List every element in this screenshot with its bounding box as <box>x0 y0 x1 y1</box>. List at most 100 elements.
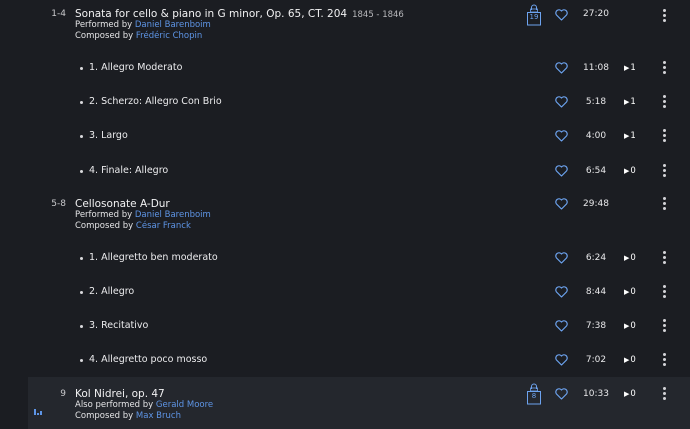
more-options-icon[interactable] <box>662 197 666 211</box>
lock-count: 8 <box>531 392 537 400</box>
heart-icon[interactable] <box>555 96 568 108</box>
track-list: 1-4 Sonata for cello & piano in G minor,… <box>0 0 690 429</box>
performer-line: Performed by Daniel Barenboim <box>75 210 211 220</box>
bullet <box>80 291 83 294</box>
movement-row[interactable]: 2. Scherzo: Allegro Con Brio 5:18 ▶1 <box>0 92 690 112</box>
heart-icon[interactable] <box>555 286 568 298</box>
equalizer-icon <box>34 400 42 415</box>
movement-title: 1. Allegro Moderato <box>89 62 183 73</box>
play-count: ▶0 <box>624 321 636 331</box>
movement-title: 4. Allegretto poco mosso <box>89 354 208 365</box>
heart-icon[interactable] <box>555 320 568 332</box>
play-count: ▶1 <box>624 97 636 107</box>
performer-link[interactable]: Daniel Barenboim <box>135 210 211 220</box>
movement-title: 3. Recitativo <box>89 320 149 331</box>
more-options-icon[interactable] <box>662 9 666 23</box>
movement-row[interactable]: 3. Recitativo 7:38 ▶0 <box>0 316 690 336</box>
movement-duration: 6:24 <box>585 253 607 263</box>
composer-link[interactable]: Max Bruch <box>136 411 181 421</box>
heart-icon[interactable] <box>555 388 568 400</box>
heart-icon[interactable] <box>555 9 568 21</box>
work-title[interactable]: Sonata for cello & piano in G minor, Op.… <box>75 8 404 20</box>
movement-title: 4. Finale: Allegro <box>89 165 169 176</box>
play-count: ▶1 <box>624 131 636 141</box>
movement-row[interactable]: 2. Allegro 8:44 ▶0 <box>0 282 690 302</box>
play-triangle-icon: ▶ <box>624 167 630 175</box>
play-count: ▶0 <box>624 355 636 365</box>
work-duration: 10:33 <box>583 389 609 399</box>
composer-link[interactable]: César Franck <box>136 221 191 231</box>
bullet <box>80 170 83 173</box>
more-options-icon[interactable] <box>662 353 666 367</box>
work-title[interactable]: Kol Nidrei, op. 47 <box>75 388 165 400</box>
movement-duration: 4:00 <box>585 131 607 141</box>
play-count: ▶1 <box>624 63 636 73</box>
more-options-icon[interactable] <box>662 61 666 75</box>
play-triangle-icon: ▶ <box>624 390 630 398</box>
composer-line: Composed by Frédéric Chopin <box>75 31 203 41</box>
bullet <box>80 101 83 104</box>
lock-icon[interactable]: 8 <box>527 383 541 405</box>
play-triangle-icon: ▶ <box>624 64 630 72</box>
work-duration: 27:20 <box>583 9 609 19</box>
play-triangle-icon: ▶ <box>624 288 630 296</box>
play-triangle-icon: ▶ <box>624 322 630 330</box>
more-options-icon[interactable] <box>662 129 666 143</box>
work-years: 1845 - 1846 <box>352 10 404 20</box>
track-number: 1-4 <box>51 9 66 19</box>
work-title[interactable]: Cellosonate A-Dur <box>75 198 170 210</box>
movement-title: 1. Allegretto ben moderato <box>89 252 218 263</box>
movement-title: 2. Scherzo: Allegro Con Brio <box>89 96 222 107</box>
performer-link[interactable]: Gerald Moore <box>156 400 213 410</box>
movement-duration: 8:44 <box>585 287 607 297</box>
heart-icon[interactable] <box>555 198 568 210</box>
play-count: ▶0 <box>624 253 636 263</box>
more-options-icon[interactable] <box>662 387 666 401</box>
play-triangle-icon: ▶ <box>624 132 630 140</box>
lock-icon[interactable]: 19 <box>527 4 541 26</box>
work-row-active[interactable]: 9 Kol Nidrei, op. 47 Also performed by G… <box>28 377 690 429</box>
more-options-icon[interactable] <box>662 95 666 109</box>
movement-duration: 6:54 <box>585 166 607 176</box>
bullet <box>80 135 83 138</box>
work-duration: 29:48 <box>583 199 609 209</box>
track-number: 9 <box>60 389 66 399</box>
bullet <box>80 325 83 328</box>
bullet <box>80 67 83 70</box>
movement-duration: 5:18 <box>585 97 607 107</box>
more-options-icon[interactable] <box>662 285 666 299</box>
more-options-icon[interactable] <box>662 251 666 265</box>
movement-row[interactable]: 1. Allegro Moderato 11:08 ▶1 <box>0 58 690 78</box>
movement-row[interactable]: 1. Allegretto ben moderato 6:24 ▶0 <box>0 248 690 268</box>
play-count: ▶0 <box>624 166 636 176</box>
work-row[interactable]: 1-4 Sonata for cello & piano in G minor,… <box>0 0 690 45</box>
movement-row[interactable]: 4. Finale: Allegro 6:54 ▶0 <box>0 161 690 181</box>
movement-duration: 11:08 <box>583 63 609 73</box>
composer-line: Composed by Max Bruch <box>75 411 181 421</box>
play-count: ▶0 <box>624 389 636 399</box>
work-row[interactable]: 5-8 Cellosonate A-Dur Performed by Danie… <box>0 190 690 235</box>
heart-icon[interactable] <box>555 252 568 264</box>
more-options-icon[interactable] <box>662 319 666 333</box>
performer-line: Performed by Daniel Barenboim <box>75 20 211 30</box>
play-triangle-icon: ▶ <box>624 356 630 364</box>
movement-row[interactable]: 4. Allegretto poco mosso 7:02 ▶0 <box>0 350 690 370</box>
movement-duration: 7:02 <box>585 355 607 365</box>
composer-link[interactable]: Frédéric Chopin <box>136 31 202 41</box>
play-triangle-icon: ▶ <box>624 98 630 106</box>
heart-icon[interactable] <box>555 62 568 74</box>
composer-line: Composed by César Franck <box>75 221 191 231</box>
bullet <box>80 257 83 260</box>
movement-row[interactable]: 3. Largo 4:00 ▶1 <box>0 126 690 146</box>
heart-icon[interactable] <box>555 165 568 177</box>
performer-link[interactable]: Daniel Barenboim <box>135 20 211 30</box>
movement-duration: 7:38 <box>585 321 607 331</box>
heart-icon[interactable] <box>555 354 568 366</box>
movement-title: 2. Allegro <box>89 286 135 297</box>
play-triangle-icon: ▶ <box>624 254 630 262</box>
bullet <box>80 359 83 362</box>
more-options-icon[interactable] <box>662 164 666 178</box>
track-number: 5-8 <box>51 199 66 209</box>
performer-line: Also performed by Gerald Moore <box>75 400 214 410</box>
heart-icon[interactable] <box>555 130 568 142</box>
